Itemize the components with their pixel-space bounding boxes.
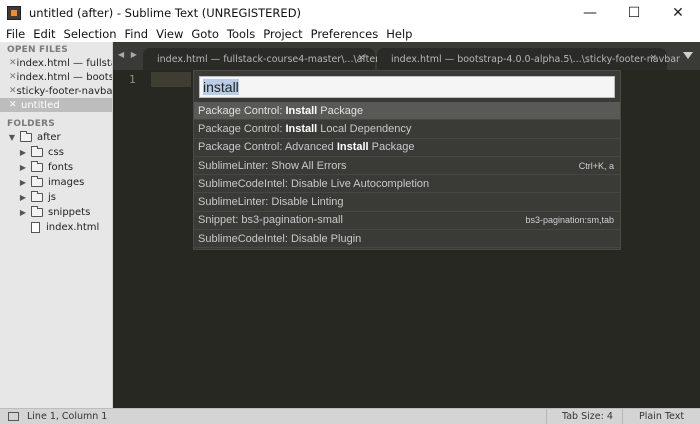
command-palette-input[interactable]: install	[199, 76, 615, 98]
open-file-label: index.html — fullstack	[16, 57, 112, 69]
open-file-item[interactable]: ✕ index.html — bootstra	[0, 70, 112, 84]
open-file-item-active[interactable]: ✕ untitled	[0, 98, 112, 112]
result-label: SublimeLinter: Disable Linting	[198, 196, 344, 209]
sublime-app-icon	[7, 6, 21, 20]
folder-label: fonts	[48, 162, 74, 173]
folder-item[interactable]: ▶ fonts	[0, 160, 112, 175]
command-palette: install Package Control: Install Package…	[193, 70, 621, 250]
folder-icon	[20, 131, 32, 142]
folder-icon	[31, 176, 43, 187]
palette-result-item[interactable]: Snippet: bs3-pagination-small bs3-pagina…	[194, 212, 620, 231]
menu-goto[interactable]: Goto	[187, 26, 223, 42]
tab-label: index.html — fullstack-course4-master\..…	[157, 53, 380, 65]
panel-toggle-icon[interactable]	[8, 412, 19, 421]
palette-result-item[interactable]: SublimeCodeIntel: Disable Plugin	[194, 230, 620, 249]
collapsed-arrow-icon[interactable]: ▶	[18, 178, 28, 187]
folder-label: snippets	[48, 207, 91, 218]
open-file-label: index.html — bootstra	[16, 71, 112, 83]
window-controls: — ☐ ✕	[568, 0, 700, 26]
open-file-label: sticky-footer-navbar.cs	[16, 85, 113, 97]
tab-size-indicator[interactable]: Tab Size: 4	[546, 409, 621, 424]
close-button[interactable]: ✕	[656, 0, 700, 26]
palette-query-text: install	[203, 79, 239, 95]
palette-result-item[interactable]: SublimeLinter: Disable Linting	[194, 193, 620, 212]
current-line-highlight	[151, 72, 191, 87]
result-label: Package Control: Advanced Install Packag…	[198, 141, 415, 154]
minimize-button[interactable]: —	[568, 0, 612, 26]
collapsed-arrow-icon[interactable]: ▶	[18, 208, 28, 217]
result-label: Package Control: Install Package	[198, 104, 364, 117]
folder-label: images	[48, 177, 85, 188]
tab-close-icon[interactable]: ×	[357, 53, 365, 63]
palette-result-item-selected[interactable]: Package Control: Install Package	[194, 102, 620, 121]
folders-header: FOLDERS	[7, 119, 55, 129]
collapsed-arrow-icon[interactable]: ▶	[18, 148, 28, 157]
close-file-icon[interactable]: ✕	[9, 58, 17, 68]
tab-index-fullstack[interactable]: index.html — fullstack-course4-master\..…	[143, 48, 379, 70]
close-file-icon[interactable]: ✕	[9, 100, 21, 110]
line-number: 1	[129, 73, 136, 86]
open-file-item[interactable]: ✕ sticky-footer-navbar.cs	[0, 84, 112, 98]
result-shortcut: bs3-pagination:sm,tab	[525, 215, 614, 226]
open-file-label: untitled	[21, 99, 60, 111]
folder-icon	[31, 146, 43, 157]
menu-help[interactable]: Help	[382, 26, 416, 42]
result-label: Snippet: bs3-pagination-small	[198, 214, 343, 227]
file-icon	[31, 222, 40, 233]
tab-scroll-arrows-icon[interactable]: ◀ ▶	[118, 50, 139, 59]
result-label: SublimeCodeIntel: Disable Plugin	[198, 232, 362, 245]
menu-selection[interactable]: Selection	[60, 26, 121, 42]
menu-view[interactable]: View	[152, 26, 187, 42]
menu-project[interactable]: Project	[259, 26, 306, 42]
sidebar: OPEN FILES ✕ index.html — fullstack ✕ in…	[0, 42, 113, 408]
folder-item[interactable]: ▶ snippets	[0, 205, 112, 220]
close-file-icon[interactable]: ✕	[9, 86, 17, 96]
status-bar: Line 1, Column 1 Tab Size: 4 Plain Text	[0, 408, 700, 424]
result-label: SublimeCodeIntel: Disable Live Autocompl…	[198, 177, 430, 190]
palette-result-item[interactable]: Package Control: Install Local Dependenc…	[194, 120, 620, 139]
file-label: index.html	[46, 222, 100, 233]
cursor-position: Line 1, Column 1	[27, 411, 108, 422]
tab-overflow-icon[interactable]	[683, 52, 693, 59]
result-shortcut: Ctrl+K, a	[578, 160, 614, 171]
folder-item[interactable]: ▶ images	[0, 175, 112, 190]
tab-close-icon[interactable]: ×	[649, 53, 657, 63]
palette-result-item[interactable]: SublimeCodeIntel: Disable Live Autocompl…	[194, 175, 620, 194]
menu-bar: File Edit Selection Find View Goto Tools…	[0, 26, 700, 42]
window-title: untitled (after) - Sublime Text (UNREGIS…	[29, 6, 302, 20]
syntax-indicator[interactable]: Plain Text	[622, 409, 700, 424]
folder-label: js	[48, 192, 56, 203]
result-label: SublimeLinter: Show All Errors	[198, 159, 347, 172]
palette-result-item[interactable]: Package Control: Advanced Install Packag…	[194, 139, 620, 157]
palette-result-item[interactable]: SublimeLinter: Show All Errors Ctrl+K, a	[194, 157, 620, 176]
folder-item[interactable]: ▶ css	[0, 145, 112, 160]
maximize-button[interactable]: ☐	[612, 0, 656, 26]
folder-icon	[31, 191, 43, 202]
line-gutter: 1	[113, 70, 153, 408]
tab-bar: ◀ ▶ index.html — fullstack-course4-maste…	[113, 42, 700, 70]
menu-tools[interactable]: Tools	[223, 26, 259, 42]
menu-edit[interactable]: Edit	[29, 26, 59, 42]
menu-preferences[interactable]: Preferences	[307, 26, 383, 42]
collapsed-arrow-icon[interactable]: ▶	[18, 193, 28, 202]
menu-find[interactable]: Find	[121, 26, 153, 42]
tab-index-bootstrap[interactable]: index.html — bootstrap-4.0.0-alpha.5\...…	[377, 48, 680, 70]
title-bar: untitled (after) - Sublime Text (UNREGIS…	[0, 0, 700, 26]
result-label: Package Control: Install Local Dependenc…	[198, 122, 412, 135]
file-item[interactable]: index.html	[0, 220, 112, 235]
folder-icon	[31, 161, 43, 172]
folder-label: css	[48, 147, 64, 158]
folder-icon	[31, 206, 43, 217]
palette-results: Package Control: Install Package Package…	[194, 102, 620, 249]
collapsed-arrow-icon[interactable]: ▶	[18, 163, 28, 172]
tab-label: index.html — bootstrap-4.0.0-alpha.5\...…	[391, 53, 680, 65]
folder-label: after	[37, 132, 61, 143]
expanded-arrow-icon[interactable]: ▼	[7, 133, 17, 142]
open-files-header: OPEN FILES	[7, 45, 68, 55]
open-file-item[interactable]: ✕ index.html — fullstack	[0, 56, 112, 70]
menu-file[interactable]: File	[0, 26, 29, 42]
close-file-icon[interactable]: ✕	[9, 72, 17, 82]
folder-item[interactable]: ▶ js	[0, 190, 112, 205]
folder-root[interactable]: ▼ after	[0, 130, 112, 145]
